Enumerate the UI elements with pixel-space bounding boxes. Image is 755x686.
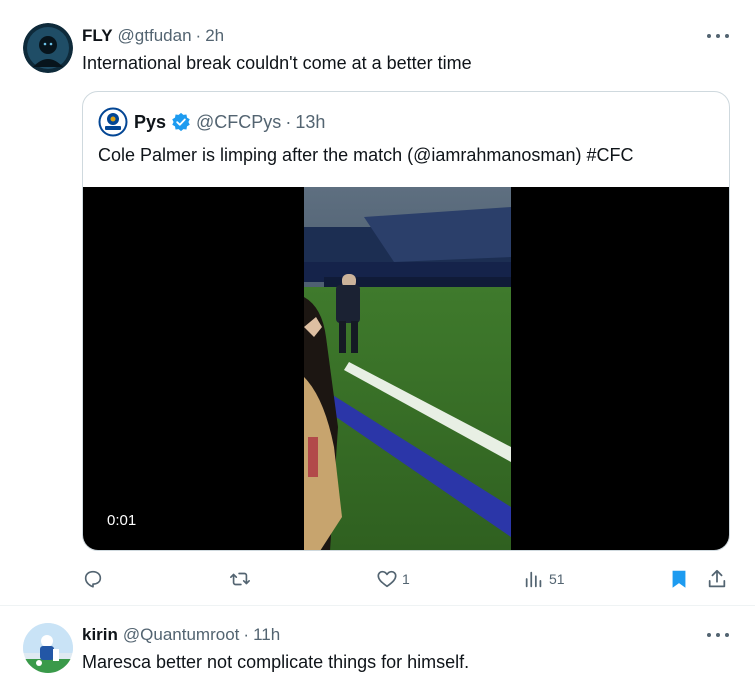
- user-handle[interactable]: @gtfudan: [118, 26, 192, 46]
- quote-avatar[interactable]: [98, 107, 128, 137]
- share-icon: [708, 569, 726, 588]
- views-icon: [525, 571, 542, 588]
- timestamp[interactable]: 2h: [205, 26, 224, 46]
- tweet[interactable]: FLY @gtfudan · 2h International break co…: [0, 0, 755, 606]
- video-frame: [304, 187, 511, 550]
- separator: ·: [195, 26, 202, 45]
- quote-text: Cole Palmer is limping after the match (…: [98, 145, 634, 165]
- quote-header: Pys @CFCPys · 13h: [98, 107, 325, 137]
- user-handle[interactable]: @Quantumroot: [123, 625, 239, 645]
- tweet-header: kirin @Quantumroot · 11h: [82, 623, 280, 647]
- like-button[interactable]: 1: [376, 566, 410, 592]
- retweet-icon: [230, 572, 250, 586]
- views-button[interactable]: 51: [523, 566, 565, 592]
- tweet-text: Maresca better not complicate things for…: [82, 652, 470, 672]
- quote-timestamp[interactable]: 13h: [295, 112, 325, 133]
- reply-button[interactable]: [82, 566, 104, 592]
- like-count: 1: [402, 571, 410, 587]
- quoted-tweet[interactable]: Pys @CFCPys · 13h Cole Palmer is limping…: [82, 91, 730, 551]
- reply-icon: [84, 570, 102, 588]
- video-timer: 0:01: [107, 512, 137, 529]
- view-count: 51: [549, 571, 565, 587]
- quote-display-name[interactable]: Pys: [134, 112, 166, 133]
- bookmark-icon: [672, 570, 686, 588]
- tweet[interactable]: kirin @Quantumroot · 11h Maresca better …: [0, 606, 755, 686]
- like-icon: [377, 570, 397, 588]
- retweet-button[interactable]: [229, 566, 251, 592]
- separator: ·: [285, 111, 292, 132]
- tweet-text: International break couldn't come at a b…: [82, 53, 472, 73]
- timestamp[interactable]: 11h: [253, 625, 280, 645]
- tweet-header: FLY @gtfudan · 2h: [82, 24, 224, 48]
- more-icon[interactable]: [707, 29, 729, 43]
- display-name[interactable]: kirin: [82, 625, 118, 645]
- video-player[interactable]: 0:01: [83, 187, 729, 550]
- verified-icon: [172, 112, 190, 132]
- avatar[interactable]: [23, 23, 73, 73]
- more-icon[interactable]: [707, 628, 729, 642]
- quote-user-handle[interactable]: @CFCPys: [196, 112, 281, 133]
- share-button[interactable]: [706, 566, 728, 592]
- avatar[interactable]: [23, 623, 73, 673]
- separator: ·: [243, 625, 250, 644]
- display-name[interactable]: FLY: [82, 26, 113, 46]
- bookmark-button[interactable]: [668, 566, 690, 592]
